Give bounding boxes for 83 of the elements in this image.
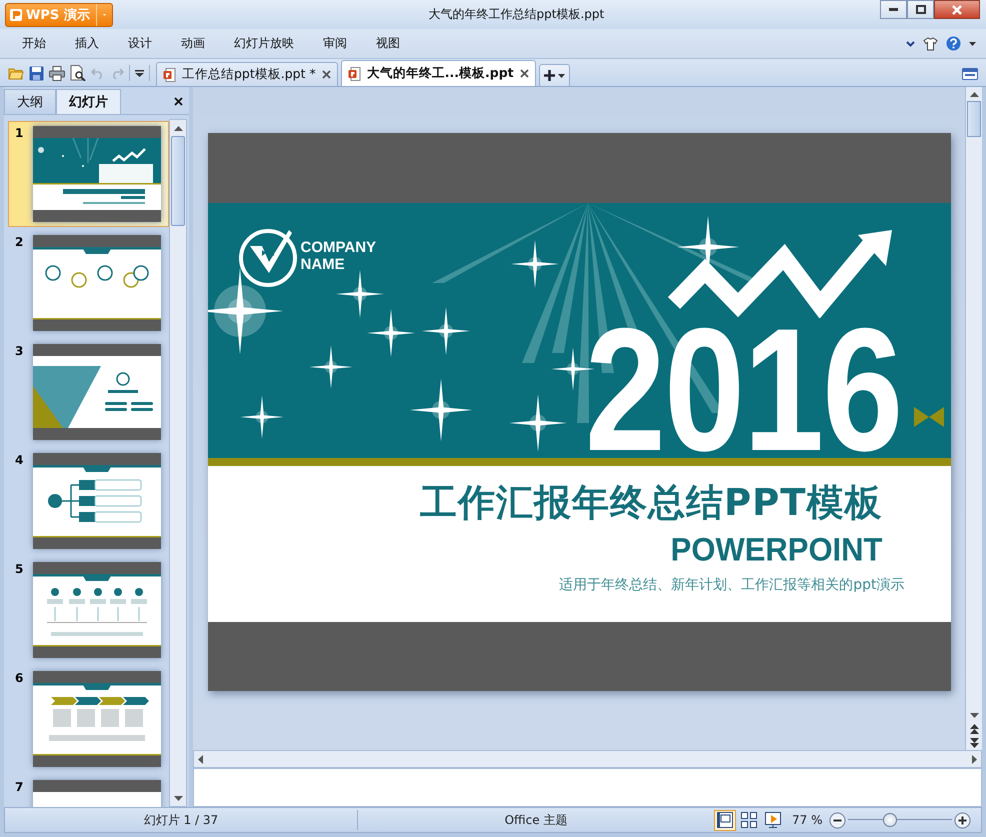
plus-icon (544, 70, 555, 82)
maximize-icon (916, 5, 926, 14)
company-name: NAME (300, 256, 346, 273)
slide-counter: 幻灯片 1 / 37 (142, 812, 220, 829)
next-slide-icon[interactable] (970, 738, 978, 748)
theme-name: Office 主题 (504, 812, 568, 829)
menu-item[interactable]: 插入 (65, 35, 118, 52)
caret-icon (558, 74, 565, 78)
scroll-down-icon[interactable] (174, 796, 182, 801)
slide-number: 6 (15, 671, 24, 688)
company-name: COMPANY (300, 238, 376, 256)
zoom-in-icon[interactable] (954, 812, 970, 829)
scrollbar[interactable] (965, 87, 982, 750)
slide-number: 7 (15, 780, 24, 796)
menu-item[interactable]: 设计 (118, 35, 171, 52)
shirt-icon[interactable] (923, 36, 938, 50)
horizontal-scrollbar[interactable] (193, 750, 982, 768)
print-preview-icon[interactable] (70, 65, 86, 82)
slide-number: 1 (15, 126, 24, 142)
slide-subtitle: POWERPOINT (670, 530, 882, 568)
slide-thumbnail[interactable]: 5 (8, 557, 169, 664)
grid-view-icon (741, 812, 757, 828)
slide-number: 5 (15, 562, 24, 578)
menu-item[interactable]: 开始 (12, 35, 65, 52)
document-icon (348, 66, 361, 81)
print-icon[interactable] (49, 66, 65, 81)
logo-icon (238, 228, 300, 288)
menu-item[interactable]: 审阅 (313, 35, 366, 52)
slide-tagline: 适用于年终总结、新年计划、工作汇报等相关的ppt演示 (559, 576, 904, 594)
slide-thumbnail[interactable]: 4 (8, 448, 169, 554)
save-icon[interactable] (29, 66, 44, 81)
close-tab-icon[interactable] (322, 70, 331, 80)
bow-tie-icon (914, 406, 944, 427)
scroll-left-icon[interactable] (198, 754, 203, 764)
slide-thumbnail[interactable]: 1 (8, 121, 169, 228)
close-icon[interactable] (174, 97, 183, 106)
view-button[interactable] (762, 810, 784, 831)
chevron-down-icon[interactable] (906, 40, 915, 46)
scrollbar-thumb[interactable] (171, 136, 185, 226)
panel-tab[interactable]: 大纲 (4, 89, 56, 114)
slideshow-icon (765, 812, 781, 828)
slide-thumbnail[interactable]: 3 (8, 339, 169, 446)
scrollbar-thumb[interactable] (967, 101, 981, 138)
view-button[interactable] (714, 810, 736, 831)
view-button[interactable] (738, 810, 760, 831)
menu-item[interactable]: 动画 (171, 35, 224, 52)
menu-item[interactable]: 幻灯片放映 (224, 35, 313, 52)
customize-dropdown-icon[interactable] (135, 70, 144, 77)
menu-item[interactable]: 视图 (366, 35, 419, 52)
slide-number: 4 (15, 453, 24, 470)
help-caret-icon (969, 42, 976, 46)
close-button[interactable] (934, 0, 980, 19)
previous-slide-icon[interactable] (970, 724, 978, 734)
normal-view-icon (717, 812, 733, 828)
minimize-button[interactable] (880, 0, 907, 19)
new-tab-button[interactable] (538, 64, 570, 86)
scroll-right-icon[interactable] (972, 754, 977, 764)
logo-icon (10, 9, 22, 22)
zoom-slider-thumb[interactable] (883, 813, 898, 828)
document-tab[interactable]: 大气的年终工...模板.ppt (340, 60, 536, 86)
window-title: 大气的年终工作总结ppt模板.ppt (428, 6, 606, 23)
help-icon[interactable] (946, 36, 961, 51)
zoom-percentage: 77 % (792, 813, 822, 828)
close-icon (952, 4, 962, 14)
slide-number: 2 (15, 235, 24, 252)
document-icon (163, 68, 176, 82)
slide-number: 3 (15, 344, 24, 360)
slide-thumbnail[interactable]: 7 (8, 775, 169, 808)
scroll-up-icon[interactable] (970, 92, 978, 97)
document-tab[interactable]: 工作总结ppt模板.ppt * (156, 62, 338, 86)
slide-thumbnail[interactable]: 2 (8, 230, 169, 336)
scroll-down-icon[interactable] (970, 712, 978, 718)
slide-thumbnail[interactable]: 6 (8, 666, 169, 772)
year-heading: 2016 (584, 302, 901, 458)
panel-tab[interactable]: 幻灯片 (56, 89, 121, 114)
slide-title: 工作汇报年终总结PPT模板 (420, 480, 882, 526)
scroll-up-icon[interactable] (174, 126, 182, 131)
scrollbar[interactable] (169, 119, 187, 808)
close-tab-icon[interactable] (520, 69, 529, 78)
maximize-button[interactable] (907, 0, 934, 19)
zoom-out-icon[interactable] (828, 812, 846, 829)
window-layout-icon[interactable] (962, 68, 978, 80)
minimize-icon (889, 8, 898, 11)
